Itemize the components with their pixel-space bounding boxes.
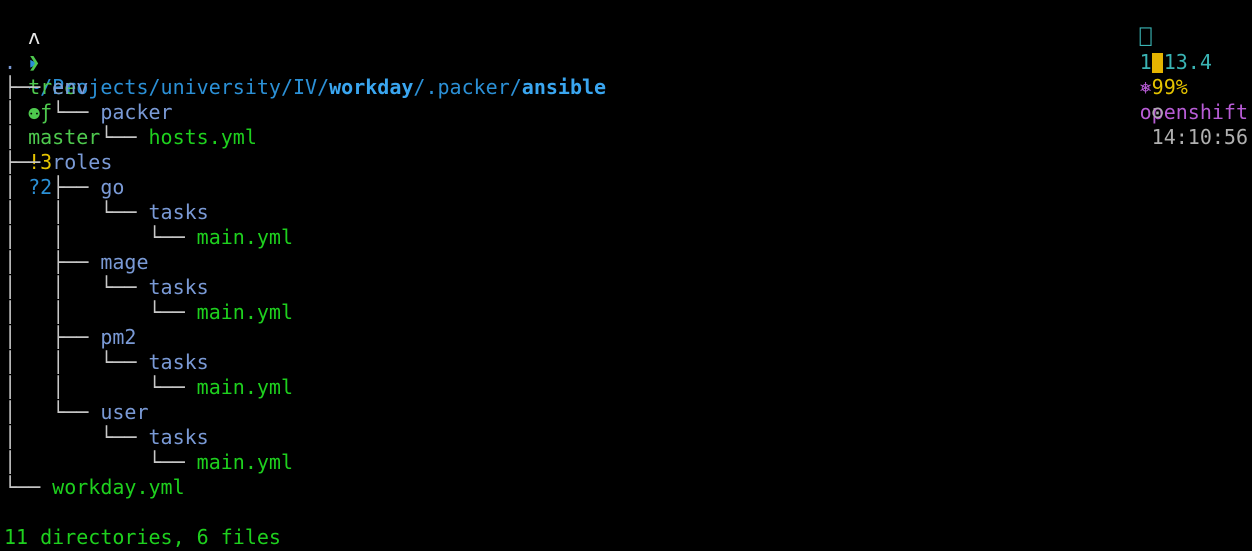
tree-row: │ └── packer — [4, 100, 173, 125]
clock-icon: ⊙ — [1151, 100, 1164, 124]
tree-row: │ │ └── main.yml — [4, 300, 293, 325]
tree-file-name: workday.yml — [52, 475, 185, 499]
tree-row: . — [4, 50, 16, 75]
tree-row: │ ├── pm2 — [4, 325, 136, 350]
tree-branch-prefix: └── — [4, 475, 53, 499]
tree-row: │ └── user — [4, 400, 149, 425]
tree-row: │ └── hosts.yml — [4, 125, 257, 150]
tree-dir-name: packer — [100, 100, 173, 124]
tree-branch-prefix: ├── — [4, 150, 53, 174]
tree-branch-prefix: │ ├── — [4, 325, 101, 349]
tree-summary: 11 directories, 6 files — [4, 525, 281, 549]
tree-dir-name: go — [100, 175, 125, 199]
tree-branch-prefix: ├── — [4, 75, 53, 99]
tree-root: . — [4, 50, 17, 74]
tree-branch-prefix: │ │ └── — [4, 225, 197, 249]
tree-file-name: main.yml — [196, 375, 293, 399]
tree-branch-prefix: │ └── — [4, 400, 101, 424]
battery-level: 99% — [1151, 75, 1188, 99]
tree-branch-prefix: │ ├── — [4, 175, 101, 199]
tree-row: │ └── main.yml — [4, 450, 293, 475]
tree-row: ├── env — [4, 75, 88, 100]
tree-branch-prefix: │ └── — [4, 100, 101, 124]
command-line: ❯ tree — [4, 25, 76, 99]
tree-row: │ │ └── tasks — [4, 275, 209, 300]
tree-dir-name: pm2 — [100, 325, 137, 349]
tree-row: │ ├── mage — [4, 250, 149, 275]
tree-branch-prefix: │ │ └── — [4, 375, 197, 399]
tree-dir-name: tasks — [148, 200, 209, 224]
tree-row: └── workday.yml — [4, 475, 185, 500]
tree-branch-prefix: │ │ └── — [4, 275, 149, 299]
prompt-arrow-icon: ❯ — [28, 50, 41, 74]
path-anchor-ansible: ansible — [521, 75, 607, 99]
tree-row: │ │ └── main.yml — [4, 225, 293, 250]
tree-dir-name: mage — [100, 250, 149, 274]
tree-branch-prefix: │ ├── — [4, 250, 101, 274]
path-anchor-workday: workday — [329, 75, 414, 99]
tree-file-name: main.yml — [196, 450, 293, 474]
tree-dir-name: roles — [52, 150, 113, 174]
prompt-line: ʌ ▸ ~/Projects/university/IV/workday/.pa… — [4, 0, 606, 199]
tree-row: ├── roles — [4, 150, 112, 175]
tree-dir-name: tasks — [148, 425, 209, 449]
battery-icon — [1151, 53, 1163, 73]
tree-branch-prefix: │ └── — [4, 125, 149, 149]
tree-dir-name: user — [100, 400, 149, 424]
tree-file-name: hosts.yml — [148, 125, 257, 149]
tree-row: │ └── tasks — [4, 425, 209, 450]
right-status-top: ⎕ 1.13.4 ⎈ openshift — [1116, 0, 1248, 124]
tree-row: │ │ └── tasks — [4, 350, 209, 375]
tree-row: │ │ └── tasks — [4, 200, 209, 225]
tree-branch-prefix: │ │ └── — [4, 300, 197, 324]
cwd-path: ~/Projects/university/IV/workday/.packer… — [28, 75, 606, 99]
tree-branch-prefix: │ │ └── — [4, 200, 149, 224]
tree-branch-prefix: │ │ └── — [4, 350, 149, 374]
path-middle: /.packer/ — [413, 75, 522, 99]
tree-row: │ │ └── main.yml — [4, 375, 293, 400]
tree-dir-name: tasks — [148, 275, 209, 299]
clock-time: 14:10:56 — [1151, 125, 1248, 149]
tree-row: │ ├── go — [4, 175, 124, 200]
tree-dir-name: env — [52, 75, 89, 99]
tree-file-name: main.yml — [196, 300, 293, 324]
tree-branch-prefix: │ └── — [4, 425, 149, 449]
tree-branch-prefix: │ └── — [4, 450, 197, 474]
right-status-bottom: 99% ⊙ 14:10:56 — [1128, 25, 1248, 149]
tree-dir-name: tasks — [148, 350, 209, 374]
tree-file-name: main.yml — [196, 225, 293, 249]
